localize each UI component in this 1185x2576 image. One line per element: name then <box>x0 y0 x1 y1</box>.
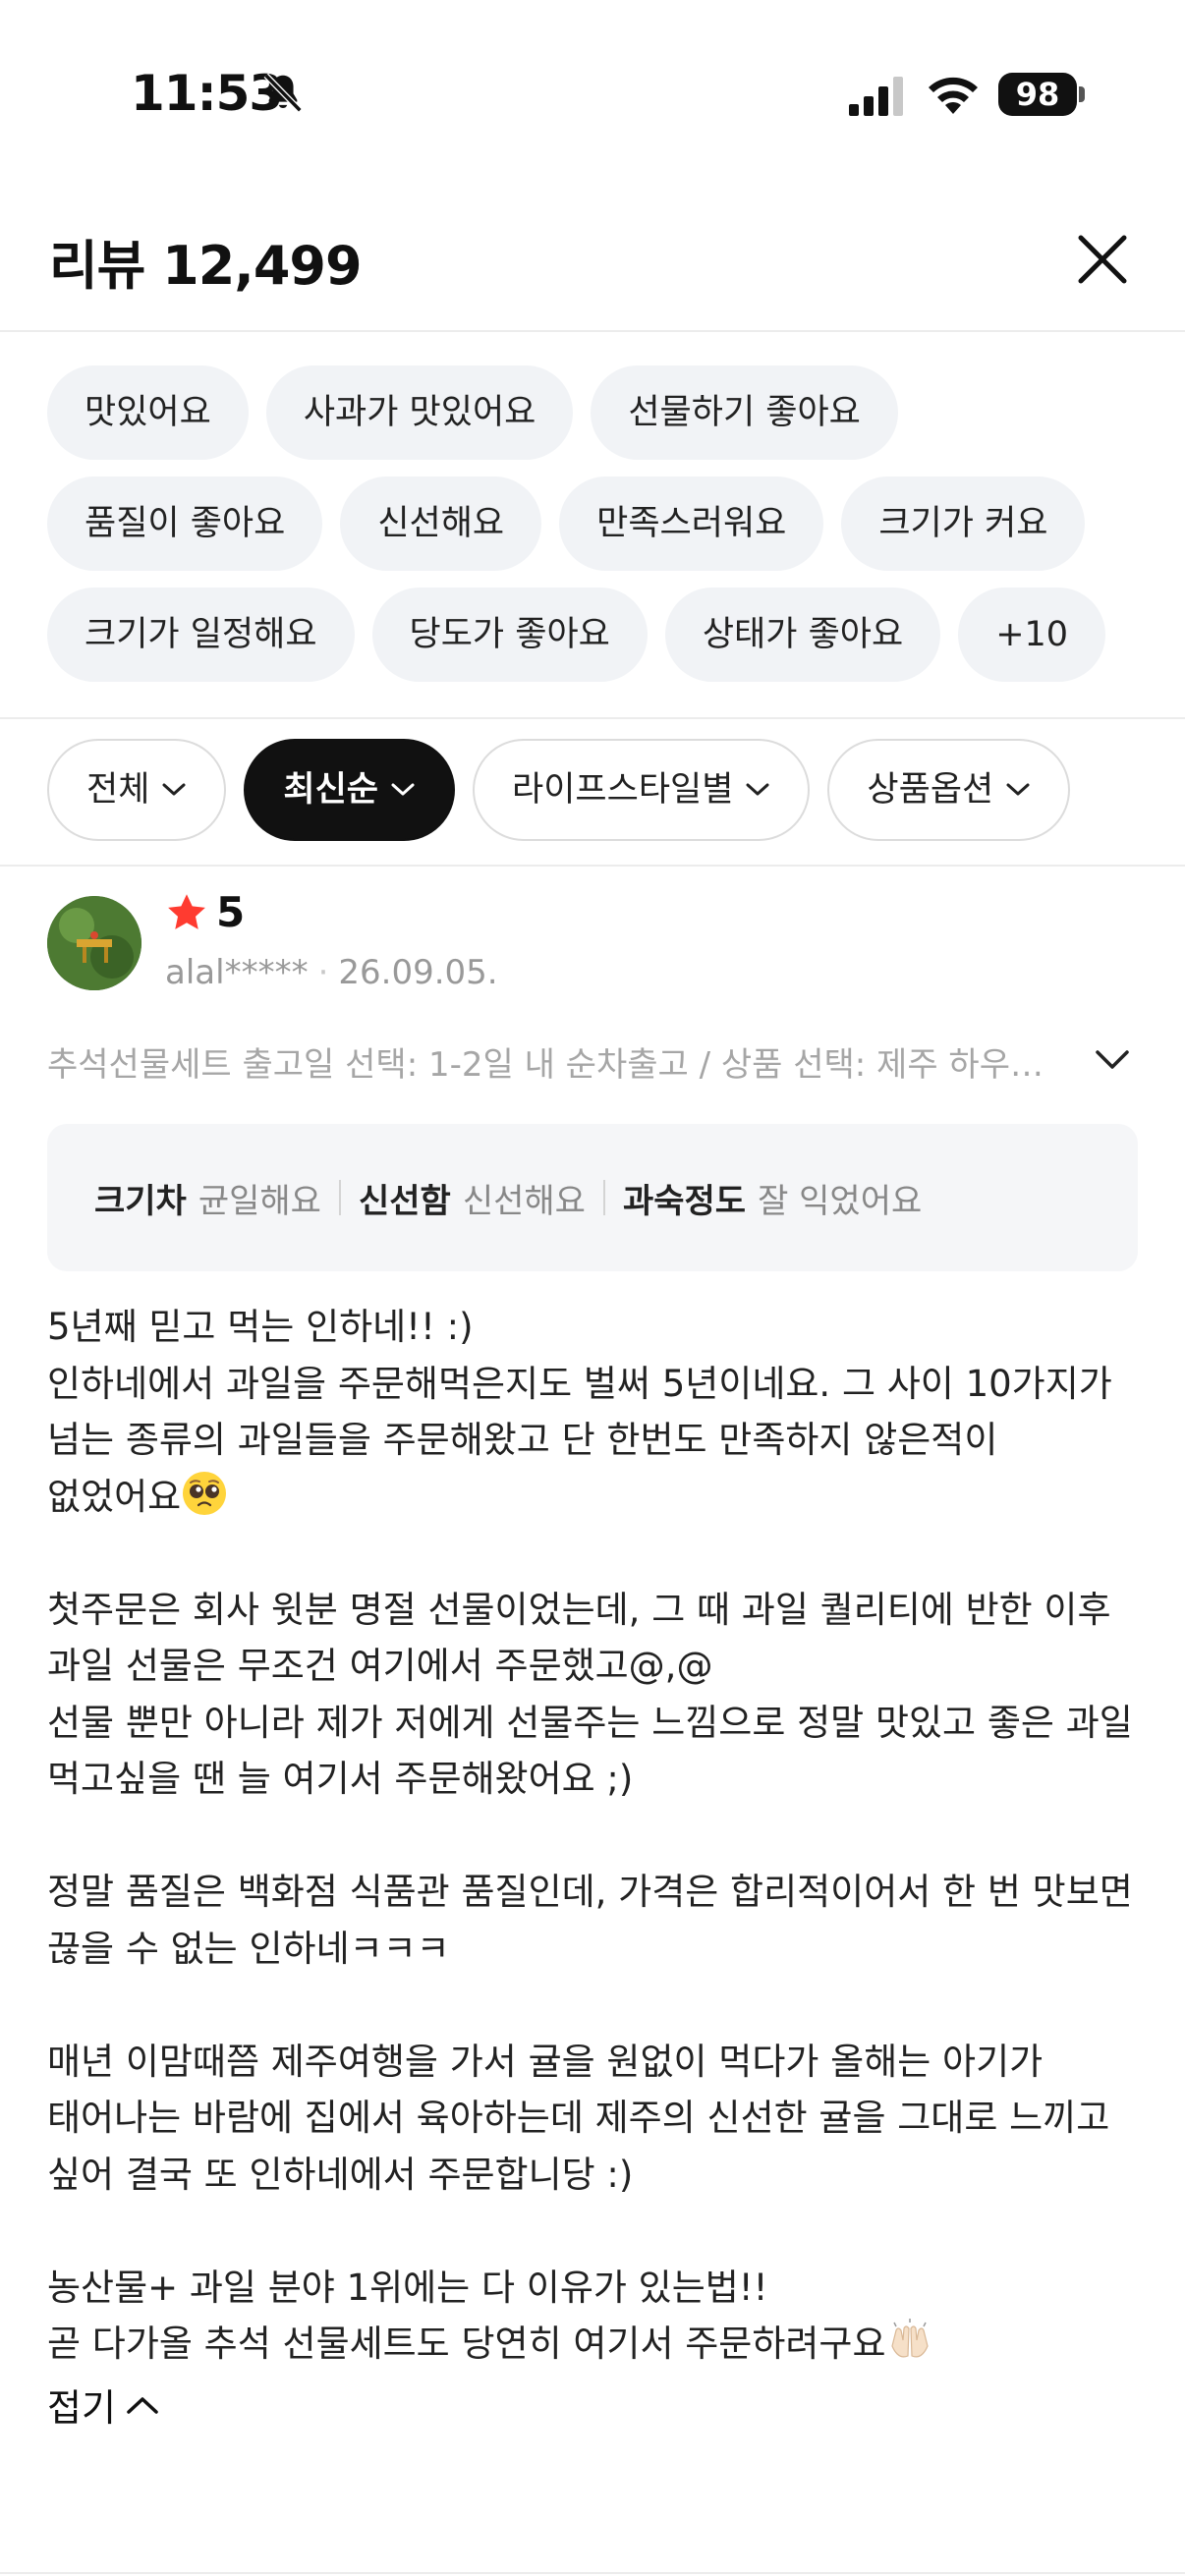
filter-bar: 전체 최신순 라이프스타일별 상품옵션 <box>47 739 1071 841</box>
battery-level: 98 <box>1015 76 1060 113</box>
avatar-image <box>47 896 141 990</box>
chevron-up-icon <box>127 2396 158 2414</box>
review-line: 과일 선물은 무조건 여기에서 주문했고@,@ <box>47 1645 713 1687</box>
separator-dot: · <box>317 953 329 992</box>
collapse-button[interactable]: 접기 <box>47 2378 159 2432</box>
more-tags-button[interactable]: +10 <box>958 588 1106 682</box>
review-meta: alal***** · 26.09.05. <box>165 953 498 992</box>
review-author: alal***** <box>165 953 309 992</box>
collapse-label: 접기 <box>47 2386 116 2430</box>
keyword-tags: 맛있어요 사과가 맛있어요 선물하기 좋아요 품질이 좋아요 신선해요 만족스러… <box>47 365 1148 699</box>
attribute-key: 과숙정도 <box>622 1181 747 1221</box>
chevron-down-icon <box>746 783 769 796</box>
battery-tip <box>1079 86 1085 102</box>
review-header: 리뷰 12,499 <box>0 193 1185 332</box>
attribute-value: 신선해요 <box>462 1181 586 1221</box>
keyword-tag[interactable]: 선물하기 좋아요 <box>591 365 898 460</box>
chevron-down-icon[interactable] <box>1093 1047 1132 1073</box>
keyword-tag[interactable]: 사과가 맛있어요 <box>265 365 574 460</box>
rating-value: 5 <box>216 888 246 936</box>
review-line: 태어나는 바람에 집에서 육아하는데 제주의 신선한 귤을 그대로 느끼고 <box>47 2097 1110 2139</box>
review-line-with-emoji: 곧 다가올 추석 선물세트도 당연히 여기서 주문하려구요 <box>47 2316 1148 2373</box>
status-bar: 11:53 98 <box>0 0 1185 147</box>
filter-label: 전체 <box>86 770 150 810</box>
keyword-tag[interactable]: 품질이 좋아요 <box>47 476 323 571</box>
keyword-tag[interactable]: 만족스러워요 <box>559 476 824 571</box>
divider <box>602 1180 605 1215</box>
review-line: 싶어 결국 또 인하네에서 주문합니당 :) <box>47 2153 634 2196</box>
filter-product-option[interactable]: 상품옵션 <box>827 739 1071 841</box>
battery-icon: 98 <box>998 73 1077 116</box>
filter-all[interactable]: 전체 <box>47 739 227 841</box>
keyword-tag[interactable]: 맛있어요 <box>47 365 249 460</box>
attribute-key: 크기차 <box>94 1181 187 1221</box>
review-body: 5년째 믿고 먹는 인하네!! :) 인하네에서 과일을 주문해먹은지도 벌써 … <box>47 1299 1148 2373</box>
review-line: 인하네에서 과일을 주문해먹은지도 벌써 5년이네요. 그 사이 10가지가 <box>47 1362 1112 1405</box>
review-rating: 5 <box>165 888 245 936</box>
review-line-with-emoji: 없었어요 <box>47 1469 1148 1526</box>
pleading-face-emoji-icon <box>183 1471 227 1515</box>
cellular-signal-icon <box>849 77 903 116</box>
review-line: 첫주문은 회사 윗분 명절 선물이었는데, 그 때 과일 퀄리티에 반한 이후 <box>47 1588 1111 1631</box>
keyword-tag[interactable]: 크기가 일정해요 <box>47 588 355 682</box>
attribute-value: 균일해요 <box>198 1181 321 1221</box>
tag-row: 품질이 좋아요 신선해요 만족스러워요 크기가 커요 <box>47 476 1148 571</box>
attribute-key: 신선함 <box>358 1181 451 1221</box>
divider <box>0 865 1185 867</box>
review-date: 26.09.05. <box>338 953 498 992</box>
avatar[interactable] <box>47 896 141 990</box>
review-line: 농산물+ 과일 분야 1위에는 다 이유가 있는법!! <box>47 2266 768 2309</box>
close-icon[interactable] <box>1071 228 1134 291</box>
review-line: 매년 이맘때쯤 제주여행을 가서 귤을 원없이 먹다가 올해는 아기가 <box>47 2040 1044 2083</box>
chevron-down-icon <box>391 783 415 796</box>
review-line: 선물 뿐만 아니라 제가 저에게 선물주는 느낌으로 정말 맛있고 좋은 과일 <box>47 1701 1133 1744</box>
keyword-tag[interactable]: 크기가 커요 <box>841 476 1086 571</box>
filter-label: 상품옵션 <box>867 770 994 810</box>
keyword-tag[interactable]: 상태가 좋아요 <box>664 588 941 682</box>
chevron-down-icon <box>162 783 186 796</box>
bell-slash-icon <box>263 73 303 113</box>
attribute-value: 잘 익었어요 <box>758 1181 923 1221</box>
keyword-tag[interactable]: 당도가 좋아요 <box>371 588 648 682</box>
star-icon <box>168 893 205 929</box>
filter-sort-latest[interactable]: 최신순 <box>244 739 456 841</box>
wifi-icon <box>929 77 978 114</box>
review-line: 정말 품질은 백화점 식품관 품질인데, 가격은 합리적이어서 한 번 맛보면 <box>47 1871 1133 1913</box>
tag-row: 맛있어요 사과가 맛있어요 선물하기 좋아요 <box>47 365 1148 460</box>
filter-lifestyle[interactable]: 라이프스타일별 <box>473 739 811 841</box>
divider <box>338 1180 341 1215</box>
review-line: 곧 다가올 추석 선물세트도 당연히 여기서 주문하려구요 <box>47 2323 886 2365</box>
review-line: 끊을 수 없는 인하네ㅋㅋㅋ <box>47 1927 450 1970</box>
review-line: 없었어요 <box>47 1475 182 1518</box>
review-attributes: 크기차 균일해요 신선함 신선해요 과숙정도 잘 익었어요 <box>47 1124 1138 1271</box>
tag-row: 크기가 일정해요 당도가 좋아요 상태가 좋아요 +10 <box>47 588 1148 682</box>
divider <box>0 717 1185 719</box>
page-title: 리뷰 12,499 <box>49 235 363 297</box>
review-line: 넘는 종류의 과일들을 주문해왔고 단 한번도 만족하지 않은적이 <box>47 1419 998 1461</box>
filter-label: 최신순 <box>283 770 379 810</box>
raising-hands-emoji-icon <box>890 2319 929 2358</box>
filter-label: 라이프스타일별 <box>512 770 734 810</box>
keyword-tag[interactable]: 신선해요 <box>340 476 542 571</box>
purchased-option: 추석선물세트 출고일 선택: 1-2일 내 순차출고 / 상품 선택: 제주 하… <box>47 1045 1049 1085</box>
review-line: 먹고싶을 땐 늘 여기서 주문해왔어요 ;) <box>47 1758 634 1800</box>
divider <box>0 2572 1185 2574</box>
chevron-down-icon <box>1006 783 1030 796</box>
review-line: 5년째 믿고 먹는 인하네!! :) <box>47 1306 474 1348</box>
